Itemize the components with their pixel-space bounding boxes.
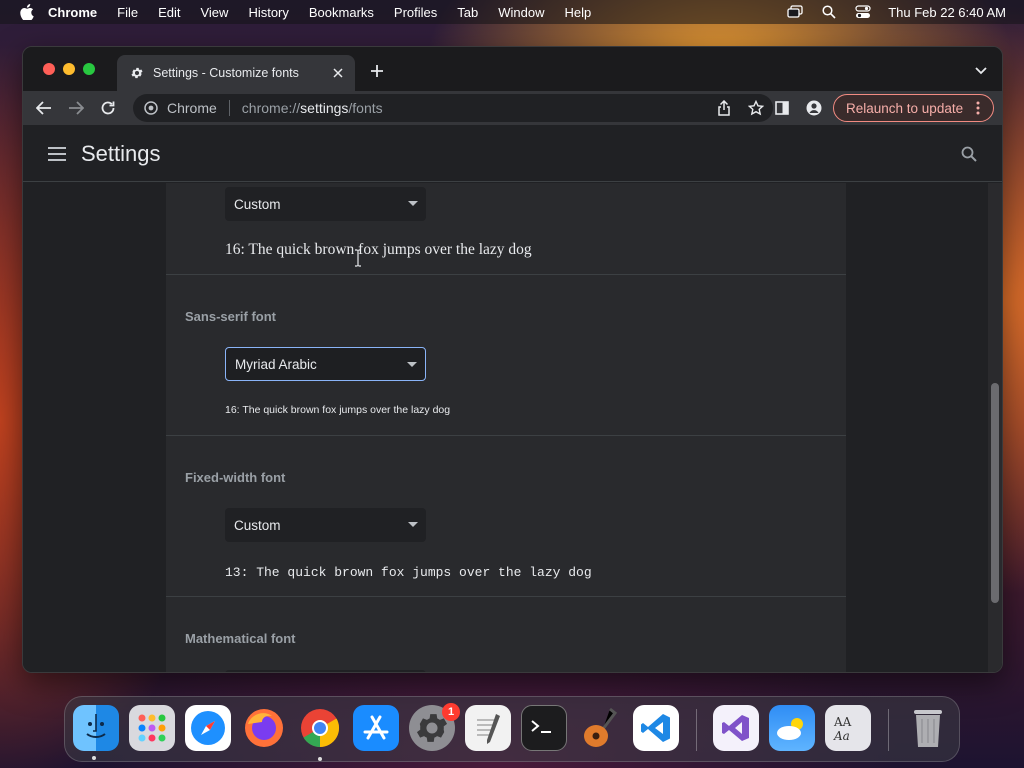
- menu-bar-clock[interactable]: Thu Feb 22 6:40 AM: [888, 5, 1006, 20]
- dock-separator: [888, 709, 889, 751]
- menu-bar-status: Thu Feb 22 6:40 AM: [770, 0, 1006, 24]
- url-path: /fonts: [348, 100, 383, 116]
- dock: 1 AA Aa: [64, 696, 960, 762]
- menu-app-chrome[interactable]: Chrome: [48, 5, 97, 20]
- text-cursor-icon: [355, 249, 361, 267]
- search-icon[interactable]: [960, 145, 978, 163]
- scrollbar-thumb[interactable]: [991, 383, 999, 603]
- tab-strip: Settings - Customize fonts: [23, 47, 1002, 91]
- menu-bar: Chrome File Edit View History Bookmarks …: [0, 0, 1024, 24]
- tab-search-chevron-down-icon[interactable]: [974, 64, 988, 78]
- fixed-width-font-select-value: Custom: [234, 517, 281, 533]
- window-minimize-button[interactable]: [63, 63, 75, 75]
- gear-icon: [129, 65, 145, 81]
- sans-serif-font-label: Sans-serif font: [185, 309, 277, 324]
- vscode-app-icon[interactable]: [633, 705, 679, 751]
- serif-font-select[interactable]: Custom: [225, 187, 426, 221]
- safari-app-icon[interactable]: [185, 705, 231, 751]
- fixed-width-font-select[interactable]: Custom: [225, 508, 426, 542]
- sans-serif-font-select-value: Myriad Arabic: [235, 356, 317, 372]
- browser-toolbar: Chrome chrome://settings/fonts Relaunch …: [23, 91, 1002, 125]
- firefox-app-icon[interactable]: [241, 705, 287, 751]
- serif-font-sample: 16: The quick brown fox jumps over the l…: [225, 241, 532, 258]
- menu-tab[interactable]: Tab: [457, 5, 478, 20]
- chrome-running-indicator: [318, 757, 322, 761]
- dropdown-caret-icon: [408, 201, 418, 206]
- section-divider: [166, 596, 846, 597]
- tab-settings-fonts[interactable]: Settings - Customize fonts: [117, 55, 355, 91]
- screen-mirroring-icon[interactable]: [786, 3, 804, 21]
- fonts-card: Custom 16: The quick brown fox jumps ove…: [166, 183, 846, 672]
- omnibox-actions: [701, 99, 765, 117]
- side-panel-icon[interactable]: [773, 99, 791, 117]
- url-scheme: chrome://: [241, 100, 301, 116]
- url-text: chrome://settings/fonts: [242, 100, 383, 116]
- launchpad-app-icon[interactable]: [129, 705, 175, 751]
- dock-separator: [696, 709, 697, 751]
- more-vertical-icon[interactable]: [971, 100, 985, 116]
- terminal-app-icon[interactable]: [521, 705, 567, 751]
- dropdown-caret-icon: [408, 522, 418, 527]
- address-bar[interactable]: Chrome chrome://settings/fonts: [133, 94, 773, 122]
- menu-file[interactable]: File: [117, 5, 138, 20]
- finder-app-icon[interactable]: [73, 705, 119, 751]
- bookmark-star-icon[interactable]: [747, 99, 765, 117]
- url-host: settings: [300, 100, 349, 116]
- relaunch-to-update-button[interactable]: Relaunch to update: [833, 94, 994, 122]
- finder-running-indicator: [92, 756, 96, 760]
- back-arrow-icon[interactable]: [35, 99, 53, 117]
- window-zoom-button[interactable]: [83, 63, 95, 75]
- page-info-chip[interactable]: Chrome: [167, 100, 230, 116]
- fixed-width-font-label: Fixed-width font: [185, 470, 286, 485]
- share-icon[interactable]: [715, 99, 733, 117]
- notification-badge: 1: [442, 703, 460, 721]
- section-divider: [166, 435, 846, 436]
- forward-arrow-icon[interactable]: [67, 99, 85, 117]
- app-store-app-icon[interactable]: [353, 705, 399, 751]
- relaunch-label: Relaunch to update: [846, 100, 964, 116]
- new-tab-icon[interactable]: [369, 63, 385, 79]
- apple-icon[interactable]: [18, 3, 36, 21]
- menu-view[interactable]: View: [200, 5, 228, 20]
- mathematical-font-label: Mathematical font: [185, 631, 296, 646]
- reload-icon[interactable]: [99, 99, 117, 117]
- dropdown-caret-icon: [407, 362, 417, 367]
- visual-studio-app-icon[interactable]: [713, 705, 759, 751]
- menu-window[interactable]: Window: [498, 5, 544, 20]
- settings-content: Custom 16: The quick brown fox jumps ove…: [23, 183, 1002, 672]
- sans-serif-font-select[interactable]: Myriad Arabic: [225, 347, 426, 381]
- font-book-app-icon[interactable]: AA Aa: [825, 705, 871, 751]
- fixed-width-font-sample: 13: The quick brown fox jumps over the l…: [225, 565, 592, 580]
- scrollbar[interactable]: [988, 183, 1002, 672]
- svg-text:AA: AA: [833, 715, 852, 729]
- chrome-logo-icon: [143, 100, 159, 116]
- sans-serif-font-sample: 16: The quick brown fox jumps over the l…: [225, 404, 451, 416]
- mathematical-font-select[interactable]: [225, 670, 426, 672]
- main-menu-icon[interactable]: [47, 145, 67, 163]
- section-divider: [166, 274, 846, 275]
- settings-header: Settings: [23, 125, 1002, 182]
- chrome-app-icon[interactable]: [297, 705, 343, 751]
- garageband-app-icon[interactable]: [577, 705, 623, 751]
- menu-help[interactable]: Help: [565, 5, 592, 20]
- window-close-button[interactable]: [43, 63, 55, 75]
- chrome-window: Settings - Customize fonts Chrome chrome…: [22, 46, 1003, 673]
- textedit-app-icon[interactable]: [465, 705, 511, 751]
- trash-app-icon[interactable]: [905, 705, 951, 751]
- svg-text:Aa: Aa: [833, 729, 850, 743]
- menu-history[interactable]: History: [248, 5, 288, 20]
- page-title: Settings: [81, 141, 161, 166]
- menu-bookmarks[interactable]: Bookmarks: [309, 5, 374, 20]
- tab-title: Settings - Customize fonts: [153, 66, 299, 80]
- settings-page: Settings Custom 16: The quick brown fox …: [23, 125, 1002, 672]
- menu-edit[interactable]: Edit: [158, 5, 180, 20]
- profile-avatar-icon[interactable]: [805, 99, 823, 117]
- spotlight-search-icon[interactable]: [820, 3, 838, 21]
- tab-close-icon[interactable]: [329, 64, 347, 82]
- menu-profiles[interactable]: Profiles: [394, 5, 437, 20]
- weather-app-icon[interactable]: [769, 705, 815, 751]
- serif-font-select-value: Custom: [234, 196, 281, 212]
- control-center-icon[interactable]: [854, 3, 872, 21]
